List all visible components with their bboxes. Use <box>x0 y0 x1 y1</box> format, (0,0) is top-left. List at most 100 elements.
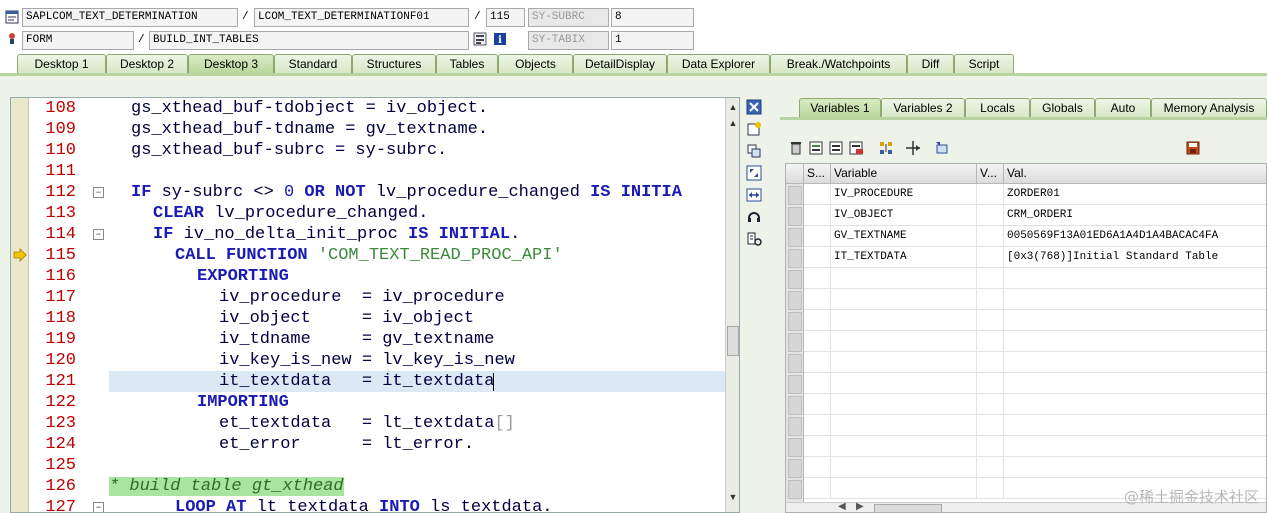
open-object-icon[interactable] <box>934 140 950 156</box>
row-selector[interactable] <box>788 312 802 331</box>
row-selector[interactable] <box>788 207 802 226</box>
scroll-right-icon[interactable]: ▶ <box>856 501 864 512</box>
line-number: 114 <box>45 225 76 244</box>
code-line-127: LOOP AT lt_textdata INTO ls_textdata. <box>175 498 553 513</box>
separator: / <box>138 34 145 46</box>
empty-row[interactable] <box>804 268 1266 289</box>
status-cell <box>804 184 831 205</box>
column-header-value-type[interactable]: V... <box>977 164 1004 184</box>
empty-row[interactable] <box>804 373 1266 394</box>
tab-variables-1[interactable]: Variables 1 <box>799 98 881 118</box>
tab-structures[interactable]: Structures <box>352 54 436 74</box>
column-header-value[interactable]: Val. <box>1004 164 1266 184</box>
row-selector[interactable] <box>788 417 802 436</box>
delete-row-icon[interactable] <box>848 140 864 156</box>
info-icon[interactable]: i <box>493 32 507 46</box>
tab-auto[interactable]: Auto <box>1095 98 1151 118</box>
tab-data-explorer[interactable]: Data Explorer <box>667 54 770 74</box>
tab-diff[interactable]: Diff <box>907 54 954 74</box>
row-selector[interactable] <box>788 228 802 247</box>
row-selector[interactable] <box>788 375 802 394</box>
row-selector[interactable] <box>788 459 802 478</box>
row-selector[interactable] <box>788 396 802 415</box>
delete-icon[interactable] <box>788 140 804 156</box>
tab-desktop-3[interactable]: Desktop 3 <box>188 54 274 74</box>
empty-row[interactable] <box>804 310 1266 331</box>
tab-detail-display[interactable]: DetailDisplay <box>573 54 667 74</box>
row-selector[interactable] <box>788 270 802 289</box>
row-selector[interactable] <box>788 291 802 310</box>
new-tool-icon[interactable] <box>746 121 762 137</box>
value-cell[interactable]: 0050569F13A01ED6A1A4D1A4BACAC4FA <box>1004 226 1266 247</box>
row-selector[interactable] <box>788 186 802 205</box>
fold-toggle-icon[interactable]: − <box>93 502 104 512</box>
tab-tables[interactable]: Tables <box>436 54 498 74</box>
row-selector[interactable] <box>788 480 802 499</box>
save-icon[interactable] <box>1185 140 1201 156</box>
variable-cell[interactable]: GV_TEXTNAME <box>831 226 977 247</box>
tab-desktop-2[interactable]: Desktop 2 <box>106 54 188 74</box>
value-cell[interactable]: ZORDER01 <box>1004 184 1266 205</box>
page-up-icon[interactable]: ▲ <box>726 116 739 130</box>
scroll-up-icon[interactable]: ▲ <box>726 100 739 114</box>
row-selector[interactable] <box>788 438 802 457</box>
row-selector[interactable] <box>788 249 802 268</box>
scroll-left-icon[interactable]: ◀ <box>838 501 846 512</box>
tab-objects[interactable]: Objects <box>498 54 573 74</box>
empty-row[interactable] <box>804 352 1266 373</box>
breakpoint-gutter[interactable] <box>11 98 29 512</box>
replace-tool-icon[interactable] <box>746 143 762 159</box>
tab-break-watchpoints[interactable]: Break./Watchpoints <box>770 54 907 74</box>
tab-memory-analysis[interactable]: Memory Analysis <box>1151 98 1267 118</box>
table-row[interactable]: IT_TEXTDATA [0x3(768)]Initial Standard T… <box>804 247 1266 268</box>
empty-row[interactable] <box>804 289 1266 310</box>
code-line-116: EXPORTING <box>197 267 289 286</box>
empty-row[interactable] <box>804 331 1266 352</box>
line-number: 113 <box>45 204 76 223</box>
settings-tool-icon[interactable] <box>746 231 762 247</box>
row-selector[interactable] <box>788 333 802 352</box>
maximize-icon[interactable] <box>746 165 762 181</box>
empty-row[interactable] <box>804 436 1266 457</box>
tab-locals[interactable]: Locals <box>965 98 1030 118</box>
value-cell[interactable]: CRM_ORDERI <box>1004 205 1266 226</box>
table-row[interactable]: GV_TEXTNAME 0050569F13A01ED6A1A4D1A4BACA… <box>804 226 1266 247</box>
empty-row[interactable] <box>804 457 1266 478</box>
column-header-variable[interactable]: Variable <box>831 164 977 184</box>
hierarchy-icon[interactable] <box>878 140 894 156</box>
row-selector[interactable] <box>788 354 802 373</box>
services-icon[interactable] <box>746 209 762 225</box>
scroll-thumb[interactable] <box>874 504 942 512</box>
empty-row[interactable] <box>804 415 1266 436</box>
variable-cell[interactable]: IV_PROCEDURE <box>831 184 977 205</box>
fold-toggle-icon[interactable]: − <box>93 187 104 198</box>
tab-variables-2[interactable]: Variables 2 <box>881 98 965 118</box>
line-number: 125 <box>45 456 76 475</box>
scroll-thumb[interactable] <box>727 326 739 356</box>
variable-cell[interactable]: IT_TEXTDATA <box>831 247 977 268</box>
scroll-down-icon[interactable]: ▼ <box>726 490 739 504</box>
empty-row[interactable] <box>804 394 1266 415</box>
tab-standard[interactable]: Standard <box>274 54 352 74</box>
sy-subrc-label: SY-SUBRC <box>528 8 609 27</box>
source-code-icon[interactable] <box>473 32 487 46</box>
source-code-editor[interactable]: 108 109 110 111 112 113 114 115 116 117 … <box>10 97 740 513</box>
tab-script[interactable]: Script <box>954 54 1014 74</box>
value-cell[interactable]: [0x3(768)]Initial Standard Table <box>1004 247 1266 268</box>
column-header-status[interactable]: S... <box>804 164 831 184</box>
close-tool-icon[interactable] <box>746 99 762 115</box>
insert-row-icon[interactable] <box>808 140 824 156</box>
right-tab-underline <box>780 117 1267 120</box>
editor-vertical-scrollbar[interactable]: ▲ ▲ ▼ <box>725 98 739 512</box>
variables-table[interactable]: S... Variable V... Val. IV_PROCEDURE ZOR… <box>785 163 1267 513</box>
variable-cell[interactable]: IV_OBJECT <box>831 205 977 226</box>
table-row[interactable]: IV_OBJECT CRM_ORDERI <box>804 205 1266 226</box>
fold-toggle-icon[interactable]: − <box>93 229 104 240</box>
copy-row-icon[interactable] <box>828 140 844 156</box>
separator: / <box>242 11 249 23</box>
table-row[interactable]: IV_PROCEDURE ZORDER01 <box>804 184 1266 205</box>
tab-desktop-1[interactable]: Desktop 1 <box>17 54 106 74</box>
swap-tool-icon[interactable] <box>746 187 762 203</box>
tab-globals[interactable]: Globals <box>1030 98 1095 118</box>
move-icon[interactable] <box>905 140 921 156</box>
